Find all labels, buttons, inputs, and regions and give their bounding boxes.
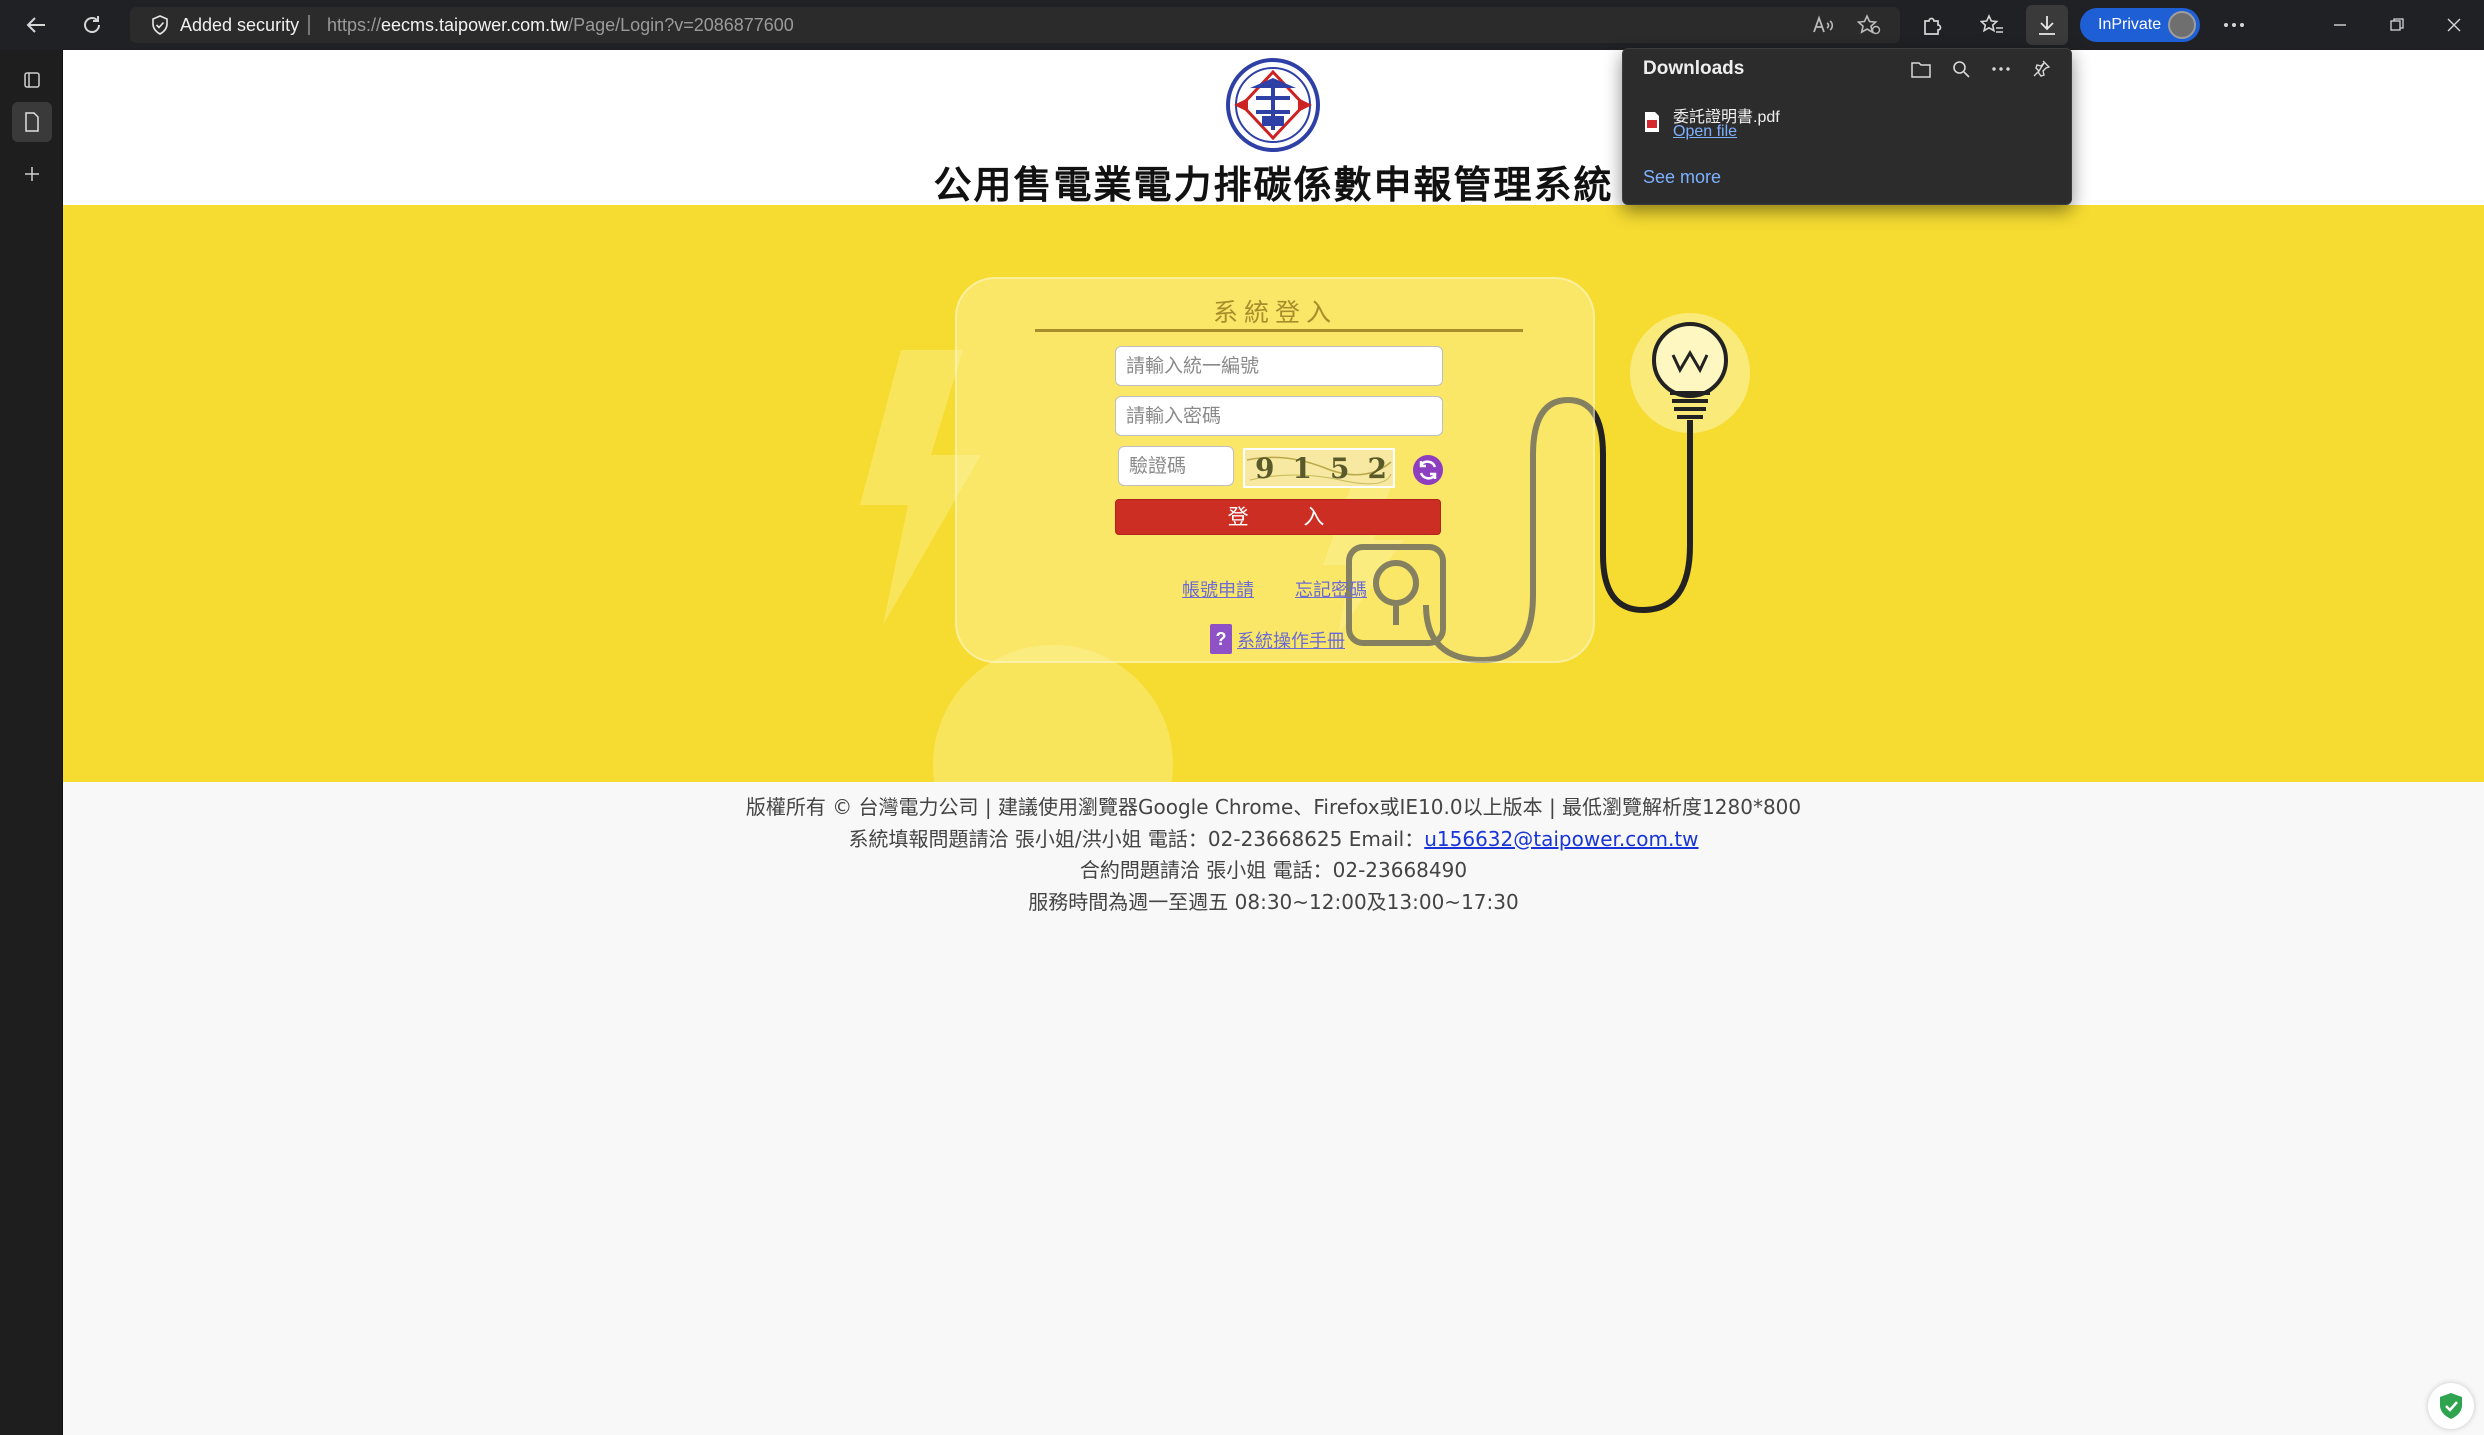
plus-icon [25, 167, 39, 181]
captcha-refresh-icon[interactable] [1412, 454, 1444, 486]
open-file-link[interactable]: Open file [1673, 123, 1737, 141]
pin-downloads-button[interactable] [2027, 55, 2055, 83]
downloads-more-button[interactable] [1987, 55, 2015, 83]
footer-contact-line: 系統填報問題請洽 張小姐/洪小姐 電話：02-23668625 Email：u1… [63, 824, 2484, 856]
web-page: 公用售電業電力排碳係數申報管理系統 系統登入 請輸入統一編號 驗證碼 9152 … [63, 50, 2484, 1435]
url-prefix: https:// [327, 15, 382, 35]
refresh-button[interactable] [72, 7, 112, 43]
arrow-left-icon [26, 17, 45, 33]
ellipsis-icon [1992, 67, 2010, 71]
captcha-input[interactable] [1118, 446, 1234, 486]
restore-icon [2390, 18, 2404, 31]
url-path: /Page/Login?v=2086877600 [568, 15, 794, 35]
search-icon [1953, 61, 1970, 78]
close-icon [2447, 18, 2461, 32]
browser-toolbar: Added security https://eecms.taipower.co… [0, 0, 2484, 50]
tax-id-input[interactable] [1115, 346, 1443, 386]
downloads-title: Downloads [1643, 58, 1745, 79]
settings-more-button[interactable] [2214, 7, 2254, 43]
new-tab-button[interactable] [12, 154, 52, 194]
restore-button[interactable] [2377, 7, 2417, 43]
footer-copyright: 版權所有 © 台灣電力公司 | 建議使用瀏覽器Google Chrome、Fir… [745, 795, 1802, 819]
login-heading: 系統登入 [1212, 298, 1337, 327]
address-bar[interactable]: Added security https://eecms.taipower.co… [130, 7, 1900, 43]
puzzle-icon [1924, 17, 1942, 35]
shield-icon[interactable] [150, 15, 170, 35]
tab-actions-icon [24, 72, 40, 88]
minimize-button[interactable] [2320, 7, 2360, 43]
site-footer: 版權所有 © 台灣電力公司 | 建議使用瀏覽器Google Chrome、Fir… [63, 792, 2484, 918]
back-button[interactable] [16, 7, 56, 43]
downloads-flyout: Downloads 委託證明書.pdf Open file See more [1622, 48, 2072, 205]
pin-icon [2033, 60, 2050, 77]
login-button[interactable]: 登 入 [1115, 499, 1441, 535]
ellipsis-icon [2224, 23, 2244, 27]
site-title: 公用售電業電力排碳係數申報管理系統 [933, 163, 1614, 207]
footer-contact-text: 系統填報問題請洽 張小姐/洪小姐 電話：02-23668625 Email： [848, 826, 1425, 851]
captcha-code: 9152 [1255, 452, 1405, 485]
forgot-password-link[interactable]: 忘記密碼 [1295, 576, 1367, 602]
footer-service-hours: 服務時間為週一至週五 08:30~12:00及13:00~17:30 [1028, 889, 1519, 914]
manual-link[interactable]: 系統操作手冊 [1237, 627, 1345, 653]
star-plus-icon [1857, 14, 1881, 35]
open-folder-button[interactable] [1907, 55, 1935, 83]
see-more-link[interactable]: See more [1643, 167, 1721, 188]
page-icon [25, 112, 39, 132]
url-host: eecms.taipower.com.tw [381, 15, 569, 35]
security-shield-badge[interactable] [2428, 1383, 2474, 1429]
inprivate-badge[interactable]: InPrivate [2080, 8, 2200, 42]
manual-help-icon[interactable]: ? [1210, 624, 1232, 654]
site-header: 公用售電業電力排碳係數申報管理系統 [63, 50, 2484, 207]
extensions-button[interactable] [1912, 7, 1952, 43]
downloads-button[interactable] [2026, 5, 2068, 45]
login-banner: 系統登入 9152 登 入 帳號申請 忘記密碼 [63, 205, 2484, 782]
tab-current-page[interactable] [12, 102, 52, 142]
footer-contract-contact: 合約問題請洽 張小姐 電話：02-23668490 [1079, 858, 1468, 882]
close-window-button[interactable] [2434, 7, 2474, 43]
url-text[interactable]: https://eecms.taipower.com.tw/Page/Login… [327, 15, 794, 36]
security-label[interactable]: Added security [180, 15, 299, 36]
minimize-icon [2334, 24, 2346, 26]
add-favorite-button[interactable] [1849, 7, 1889, 43]
favorites-button[interactable] [1972, 7, 2012, 43]
avatar [2168, 11, 2196, 39]
footer-email-link[interactable]: u156632@taipower.com.tw [1424, 827, 1698, 851]
read-aloud-icon [1813, 15, 1834, 33]
shield-check-icon [2440, 1393, 2462, 1419]
folder-icon [1911, 62, 1931, 78]
vertical-tabs-sidebar [0, 50, 63, 1435]
pdf-file-icon [1645, 112, 1659, 132]
login-panel: 系統登入 9152 登 入 帳號申請 忘記密碼 [955, 277, 1595, 663]
captcha-image: 9152 [1243, 448, 1395, 488]
password-input[interactable] [1115, 396, 1443, 436]
search-downloads-button[interactable] [1947, 55, 1975, 83]
inprivate-label: InPrivate [2098, 16, 2162, 33]
taipower-logo [1226, 58, 1320, 152]
download-icon [2039, 16, 2055, 35]
read-aloud-button[interactable] [1804, 7, 1844, 43]
refresh-icon [84, 16, 100, 33]
heading-divider [1035, 329, 1523, 332]
favorites-icon [1980, 14, 2003, 33]
address-divider [308, 15, 310, 35]
tab-actions-button[interactable] [12, 60, 52, 100]
apply-account-link[interactable]: 帳號申請 [1182, 576, 1254, 602]
